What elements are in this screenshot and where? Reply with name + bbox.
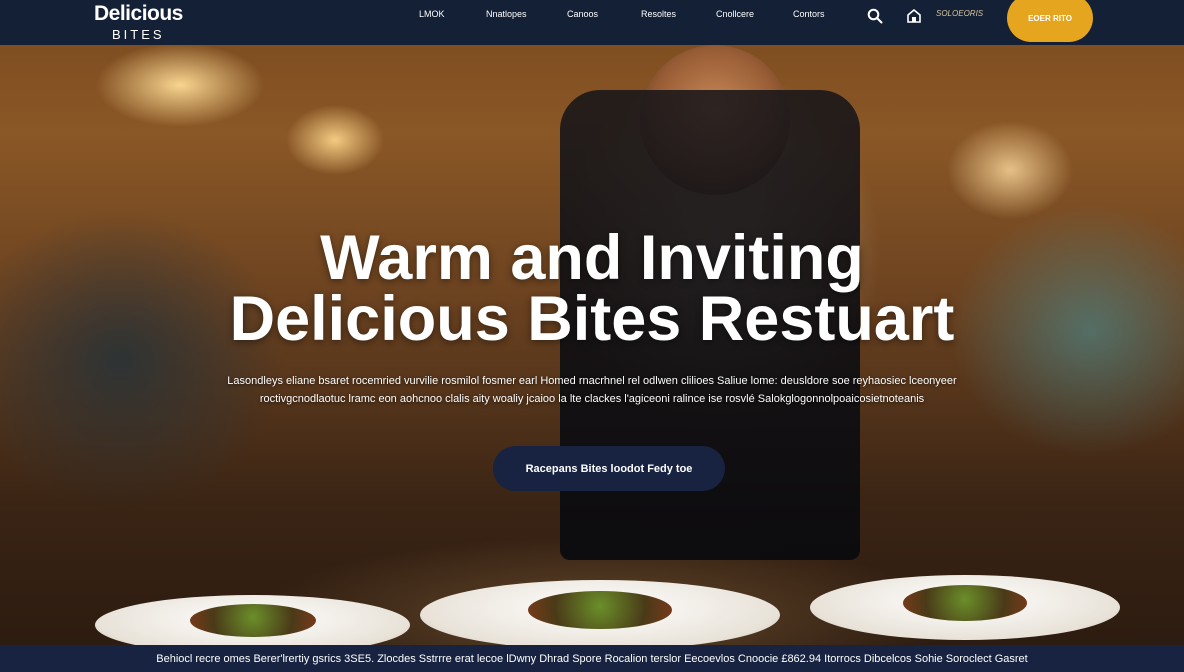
order-button[interactable]: EOER RITO: [1007, 0, 1093, 42]
brand-logo[interactable]: Delicious BITES: [94, 2, 194, 42]
hero-subtitle-line-1: Lasondleys eliane bsaret rocemried vurvi…: [227, 375, 957, 387]
nav-item-1[interactable]: LMOK: [419, 9, 445, 19]
nav-item-2[interactable]: Nnatlopes: [486, 9, 527, 19]
nav-item-3[interactable]: Canoos: [567, 9, 598, 19]
hero-title-line-1: Warm and Inviting: [320, 223, 864, 293]
search-icon[interactable]: [867, 8, 883, 24]
footer-text: Behiocl recre omes Berer'lrertiy gsrics …: [156, 652, 1028, 665]
hero-title: Warm and Inviting Delicious Bites Restua…: [0, 223, 1184, 354]
home-icon[interactable]: [907, 9, 921, 23]
plate-center: [420, 580, 780, 650]
phone-number[interactable]: SOLOEORIS: [936, 9, 983, 18]
footer-info-bar: Behiocl recre omes Berer'lrertiy gsrics …: [0, 645, 1184, 672]
nav-item-4[interactable]: Resoltes: [641, 9, 676, 19]
reserve-cta-button[interactable]: Racepans Bites loodot Fedy toe: [493, 446, 725, 491]
top-navbar: Delicious BITES LMOK Nnatlopes Canoos Re…: [0, 0, 1184, 45]
hero-title-line-2: Delicious Bites Restuart: [229, 284, 955, 354]
brand-name: Delicious: [94, 2, 183, 25]
hero-subtitle: Lasondleys eliane bsaret rocemried vurvi…: [200, 372, 984, 408]
brand-sub: BITES: [112, 27, 165, 42]
nav-item-6[interactable]: Contors: [793, 9, 825, 19]
nav-item-5[interactable]: Cnollcere: [716, 9, 754, 19]
hero-subtitle-line-2: roctivgcnodlaotuc lramc eon aohcnoo clal…: [259, 393, 925, 405]
plate-right: [810, 575, 1120, 640]
